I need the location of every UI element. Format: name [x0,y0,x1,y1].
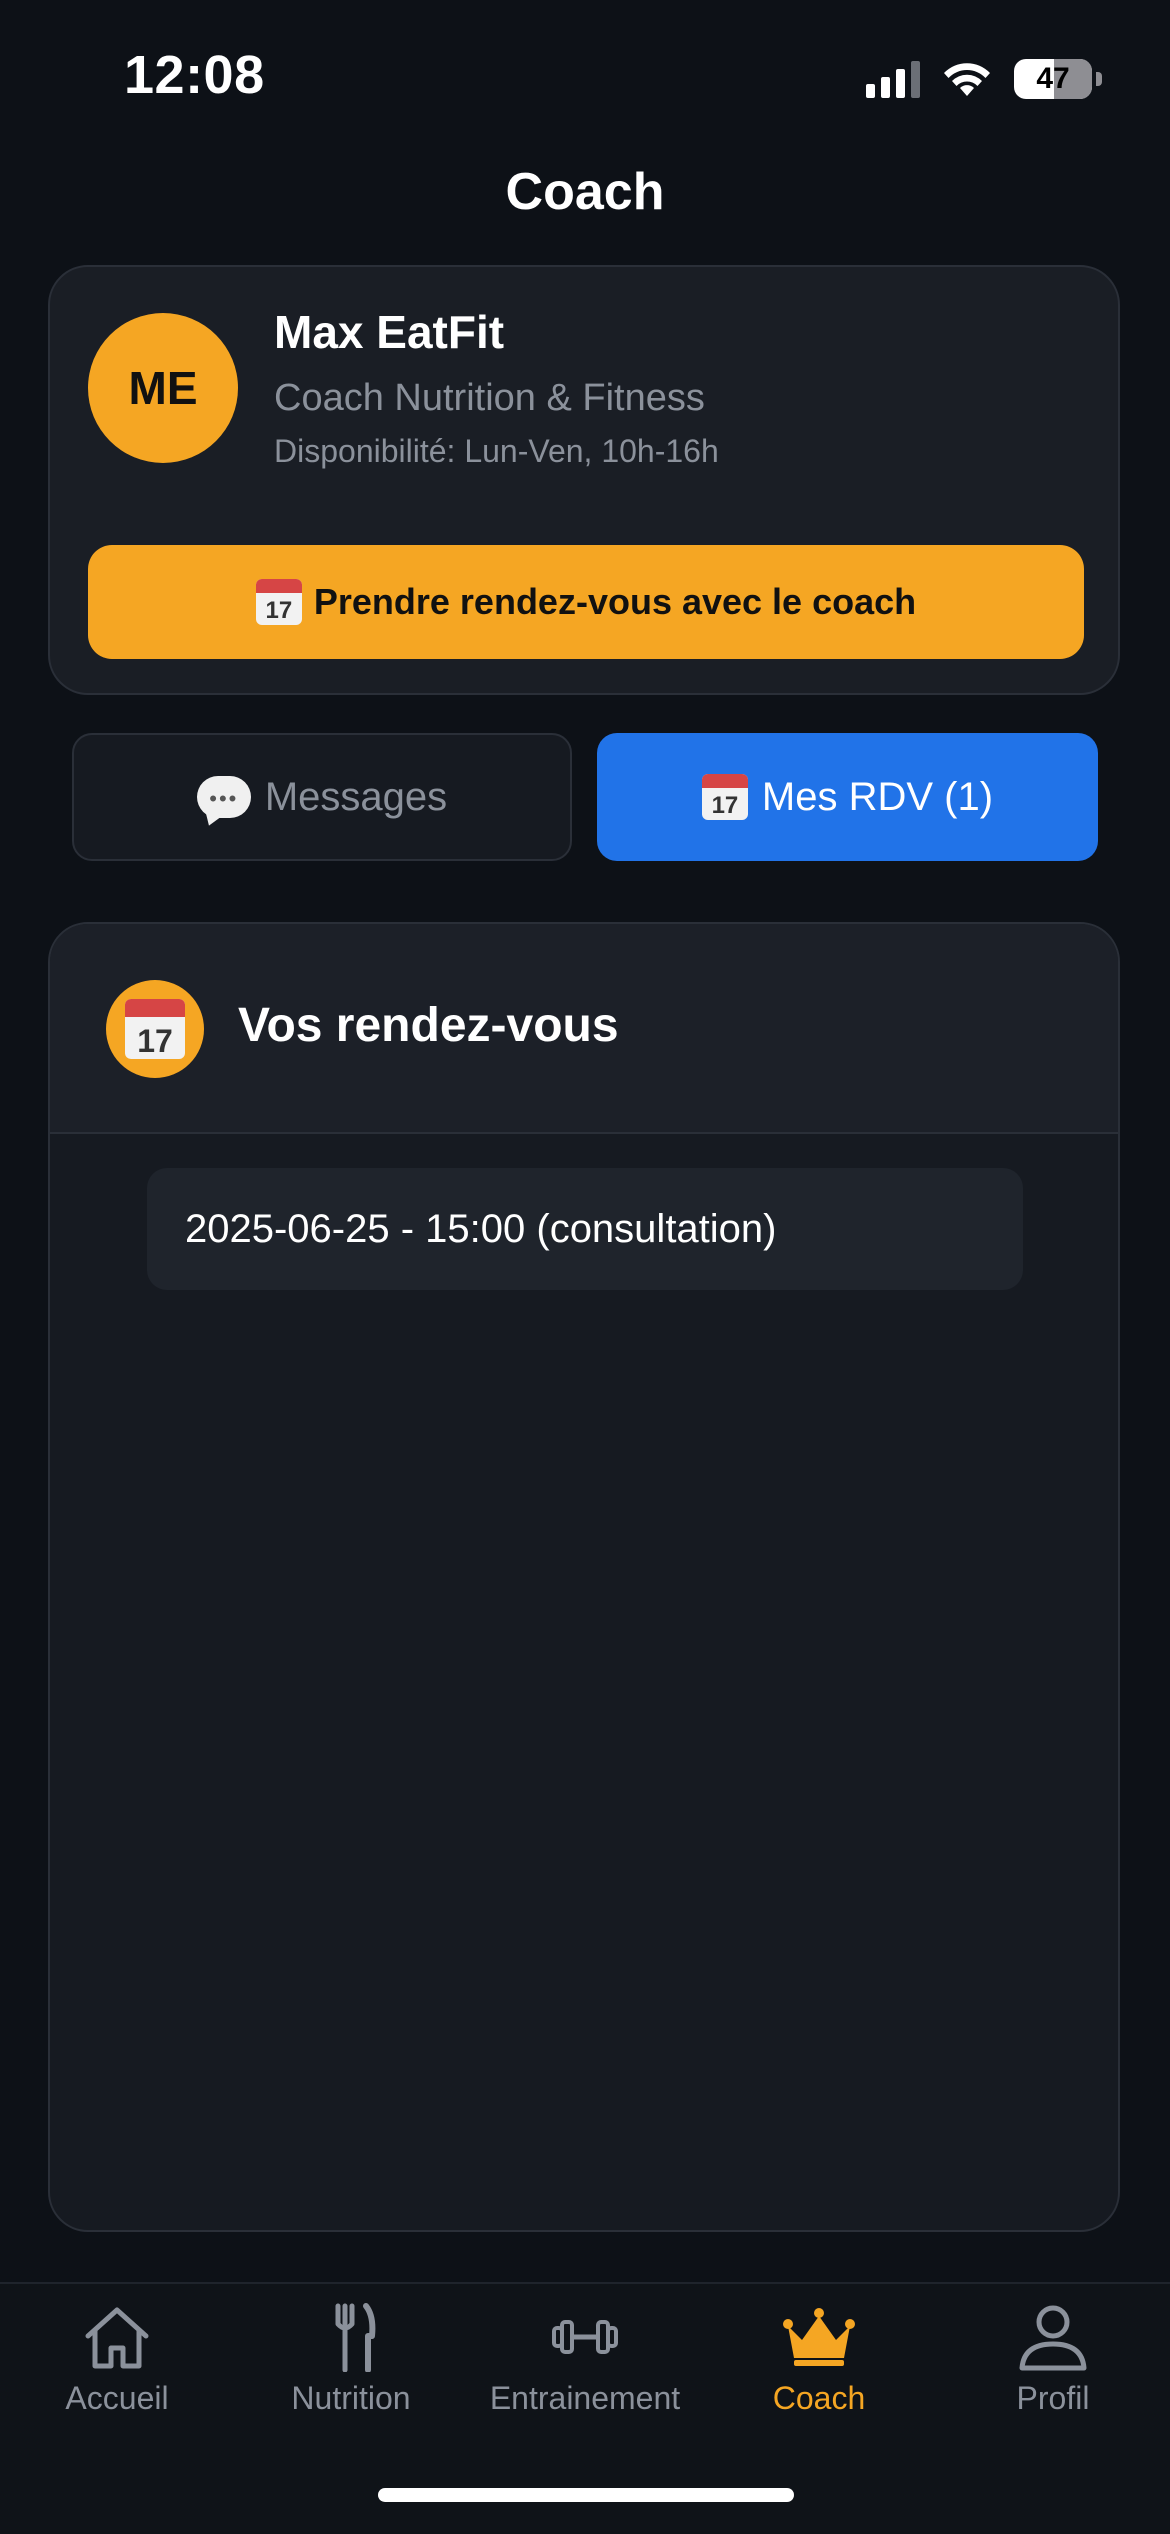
tab-messages-label: Messages [264,774,448,819]
tab-coach-label: Coach [772,2380,866,2416]
crown-icon [783,2308,855,2366]
appointments-title: Vos rendez-vous [238,999,619,1052]
tab-entrainement[interactable]: Entrainement [468,2302,702,2417]
status-bar: 12:08 47 [0,0,1170,150]
tab-appointments[interactable]: 17 Mes RDV (1) [597,733,1098,861]
coach-card: ME Max EatFit Coach Nutrition & Fitness … [48,265,1120,695]
book-appointment-label: Prendre rendez-vous avec le coach [313,581,917,622]
avatar: ME [88,313,238,463]
calendar-icon: 17 [701,774,748,820]
tab-appointments-label: Mes RDV (1) [761,774,994,819]
appointments-header: 17 Vos rendez-vous [50,924,1118,1134]
speech-bubble-icon: ••• [196,776,251,818]
page-title: Coach [505,163,665,221]
book-appointment-button[interactable]: 17 Prendre rendez-vous avec le coach [88,545,1084,659]
coach-name: Max EatFit [274,306,505,358]
tab-profil-label: Profil [1016,2380,1090,2416]
coach-role: Coach Nutrition & Fitness [274,377,705,419]
calendar-icon: 17 [255,579,302,625]
tab-nutrition[interactable]: Nutrition [234,2302,468,2417]
tab-accueil[interactable]: Accueil [0,2302,234,2417]
tab-accueil-label: Accueil [65,2380,169,2416]
battery-icon: 47 [1014,59,1102,99]
tab-nutrition-label: Nutrition [291,2380,411,2416]
appointments-badge: 17 [106,980,204,1078]
tab-profil[interactable]: Profil [936,2302,1170,2417]
fork-knife-icon [335,2303,376,2372]
calendar-icon: 17 [125,999,185,1059]
battery-level: 47 [1036,62,1070,95]
wifi-icon [944,63,990,96]
tab-coach[interactable]: Coach [702,2302,936,2417]
user-icon [1019,2305,1087,2371]
appointments-panel: 17 Vos rendez-vous 2025-06-25 - 15:00 (c… [48,922,1120,2232]
appointment-item[interactable]: 2025-06-25 - 15:00 (consultation) [147,1168,1023,1290]
status-time: 12:08 [124,45,265,105]
home-indicator[interactable] [378,2488,794,2502]
dumbbell-icon [552,2320,618,2354]
tab-messages[interactable]: ••• Messages [72,733,572,861]
status-icons: 47 [866,56,1102,102]
cellular-signal-icon [866,60,920,98]
tab-entrainement-label: Entrainement [489,2380,681,2416]
home-icon [85,2307,149,2369]
coach-availability: Disponibilité: Lun-Ven, 10h-16h [274,433,719,469]
